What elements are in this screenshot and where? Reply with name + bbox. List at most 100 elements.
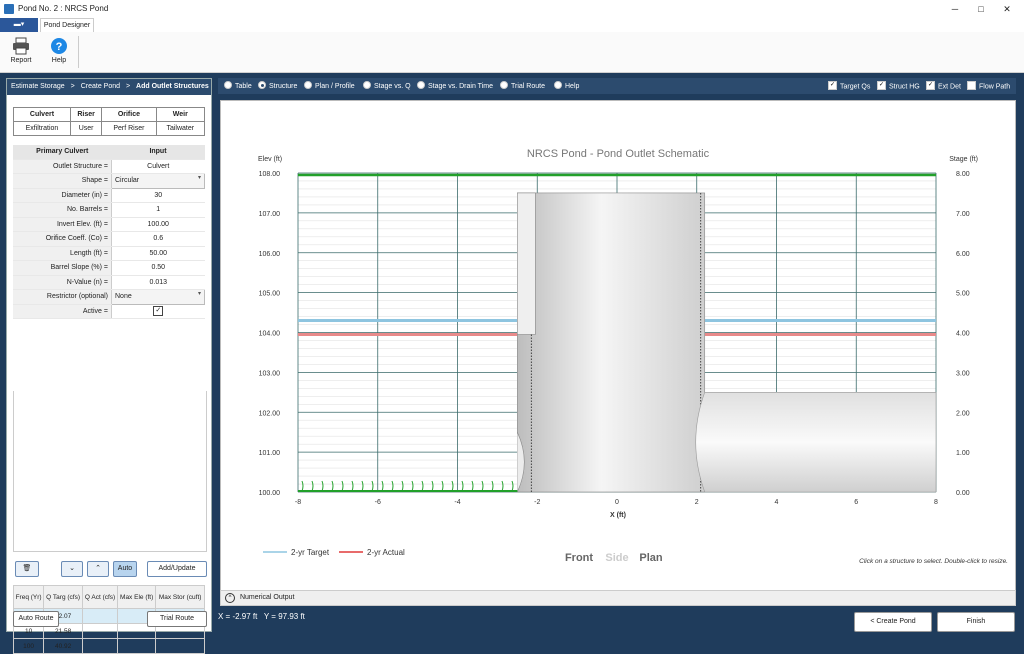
prop-label: Barrel Slope (%) = <box>13 260 112 276</box>
view-radio-trial-route[interactable]: Trial Route <box>500 81 545 92</box>
type-perf-riser[interactable]: Perf Riser <box>101 121 157 136</box>
stage-tick-label: 7.00 <box>956 211 970 218</box>
radio-icon <box>554 81 562 90</box>
view-plan[interactable]: Plan <box>639 552 663 564</box>
numerical-output-bar[interactable]: ^ Numerical Output <box>220 590 1016 606</box>
view-label: Plan / Profile <box>315 83 355 90</box>
prop-label: Orifice Coeff. (Co) = <box>13 231 112 247</box>
table-cell[interactable]: 40.92 <box>43 638 84 654</box>
view-radio-stage-vs-drain-time[interactable]: Stage vs. Drain Time <box>417 81 493 92</box>
view-radio-stage-vs-q[interactable]: Stage vs. Q <box>363 81 411 92</box>
toggle-target-qs[interactable]: ✓ Target Qs <box>828 81 870 92</box>
add-update-button[interactable]: Add/Update <box>147 561 207 577</box>
report-button[interactable]: Report <box>5 34 37 70</box>
crumb-estimate-storage[interactable]: Estimate Storage <box>11 83 65 90</box>
active-checkbox-cell[interactable]: ✓ <box>111 304 205 319</box>
x-tick-label: 2 <box>695 499 699 506</box>
grass-mark <box>371 480 374 492</box>
grass-mark <box>321 480 324 492</box>
radio-icon <box>363 81 371 90</box>
cursor-y: Y = 97.93 ft <box>263 612 305 621</box>
table-cell[interactable] <box>82 623 119 639</box>
trial-route-button[interactable]: Trial Route <box>147 611 207 627</box>
ribbon-tabs: ▬▾ Pond Designer <box>0 18 1024 33</box>
auto-route-button[interactable]: Auto Route <box>13 611 59 627</box>
table-cell[interactable] <box>82 608 119 624</box>
table-cell[interactable] <box>82 638 119 654</box>
prop-input[interactable]: 100.00 <box>111 217 205 232</box>
prop-input[interactable]: 0.50 <box>111 260 205 276</box>
prop-row: Invert Elev. (ft) = 100.00 <box>13 217 205 232</box>
crumb-create-pond[interactable]: Create Pond <box>81 83 120 90</box>
view-side[interactable]: Side <box>605 552 628 564</box>
crumb-add-outlet-structures: Add Outlet Structures <box>136 83 209 90</box>
type-tailwater[interactable]: Tailwater <box>155 121 206 136</box>
maximize-button[interactable]: □ <box>968 2 994 16</box>
toggle-label: Flow Path <box>979 83 1011 91</box>
prop-input[interactable]: 1 <box>111 202 205 218</box>
table-cell[interactable] <box>155 638 205 654</box>
title-bar: Pond No. 2 : NRCS Pond ─ □ ✕ <box>0 0 1024 19</box>
prop-input[interactable]: 0.6 <box>111 231 205 247</box>
grass-mark <box>431 480 434 492</box>
chevron-up-icon: ⌃ <box>95 565 101 572</box>
view-radio-plan-profile[interactable]: Plan / Profile <box>304 81 355 92</box>
prop-dropdown[interactable]: Circular ▾ <box>111 173 205 189</box>
schematic-chart[interactable]: NRCS Pond - Pond Outlet Schematic Elev (f… <box>220 100 1016 592</box>
view-radio-help[interactable]: Help <box>554 81 579 92</box>
freq-col-header: Freq (Yr) <box>12 585 45 609</box>
prop-input[interactable]: Culvert <box>111 159 205 174</box>
toggle-ext-det[interactable]: ✓ Ext Det <box>926 81 961 92</box>
y-tick-label: 101.00 <box>259 450 281 457</box>
table-cell[interactable]: 100 <box>12 638 45 654</box>
view-front[interactable]: Front <box>565 552 593 564</box>
toggle-flow-path[interactable]: Flow Path <box>967 81 1011 92</box>
riser-structure <box>517 192 706 493</box>
printer-icon <box>13 37 29 55</box>
type-weir[interactable]: Weir <box>155 107 206 122</box>
finish-button[interactable]: Finish <box>937 612 1015 632</box>
prop-label: No. Barrels = <box>13 202 112 218</box>
toggle-struct-hg[interactable]: ✓ Struct HG <box>877 81 920 92</box>
prop-label: N-Value (n) = <box>13 275 112 290</box>
active-checkbox[interactable]: ✓ <box>153 306 164 317</box>
auto-button[interactable]: Auto <box>113 561 137 577</box>
help-label: Help <box>51 57 67 64</box>
grass-mark <box>491 480 494 492</box>
prop-label: Invert Elev. (ft) = <box>13 217 112 232</box>
help-button[interactable]: ? Help <box>43 34 75 70</box>
table-row[interactable]: 100 40.92 <box>12 638 205 654</box>
prop-input[interactable]: 30 <box>111 188 205 203</box>
toggle-label: Struct HG <box>889 83 920 91</box>
prop-label: Diameter (in) = <box>13 188 112 203</box>
table-cell[interactable] <box>117 638 157 654</box>
minimize-button[interactable]: ─ <box>942 2 968 16</box>
move-up-button[interactable]: ⌃ <box>87 561 109 577</box>
type-orifice[interactable]: Orifice <box>101 107 157 122</box>
grass-mark <box>501 480 504 492</box>
view-label: Structure <box>269 83 298 90</box>
move-down-button[interactable]: ⌄ <box>61 561 83 577</box>
close-button[interactable]: ✕ <box>994 2 1020 16</box>
y-tick-label: 105.00 <box>259 291 281 298</box>
x-axis-label: X (ft) <box>610 512 626 519</box>
prop-dropdown[interactable]: None ▾ <box>111 289 205 305</box>
view-radio-table[interactable]: Table <box>224 81 252 92</box>
prop-label: Restrictor (optional) <box>13 289 112 305</box>
type-riser[interactable]: Riser <box>69 107 103 122</box>
file-tab[interactable]: ▬▾ <box>0 18 38 32</box>
type-user[interactable]: User <box>69 121 103 136</box>
grass-mark <box>361 480 364 492</box>
delete-button[interactable]: 🗑 <box>15 561 39 577</box>
create-pond-button[interactable]: < Create Pond <box>854 612 932 632</box>
type-exfiltration[interactable]: Exfiltration <box>13 121 71 136</box>
chevron-down-icon: ⌄ <box>69 565 75 572</box>
prop-header-input: Input <box>111 145 205 160</box>
prop-input[interactable]: 0.013 <box>111 275 205 290</box>
radio-icon <box>417 81 425 90</box>
prop-input[interactable]: 50.00 <box>111 246 205 261</box>
type-culvert[interactable]: Culvert <box>13 107 71 122</box>
tab-pond-designer[interactable]: Pond Designer <box>40 18 94 33</box>
view-radio-structure[interactable]: Structure <box>258 81 298 92</box>
y-tick-label: 106.00 <box>259 251 281 258</box>
